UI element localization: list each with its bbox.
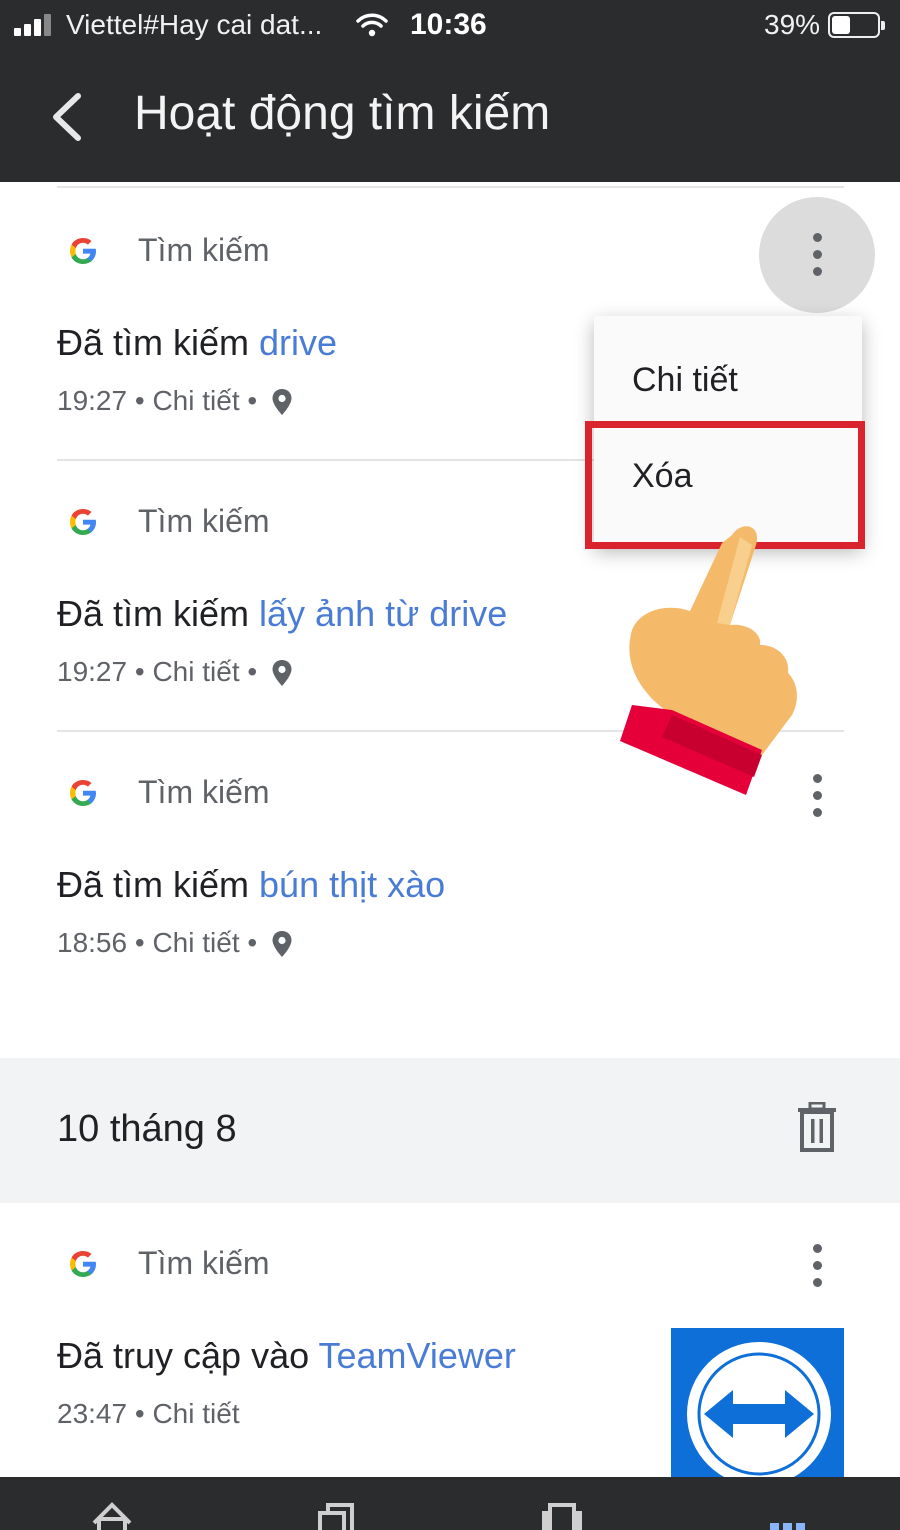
item-title: Đã tìm kiếm bún thịt xào (57, 864, 446, 905)
pointing-hand-icon (620, 526, 797, 795)
page-title: Hoạt động tìm kiếm (134, 87, 551, 140)
item-title: Đã truy cập vào TeamViewer (57, 1335, 516, 1376)
google-logo-icon (70, 238, 96, 264)
battery-icon (828, 12, 885, 38)
location-pin-icon[interactable] (271, 930, 293, 958)
clock: 10:36 (410, 8, 487, 41)
teamviewer-logo (687, 1342, 831, 1478)
arrow-left-icon[interactable] (46, 90, 90, 144)
item-meta: 18:56 • Chi tiết • (57, 927, 293, 959)
item-meta: 19:27 • Chi tiết • (57, 656, 293, 688)
source-label: Tìm kiếm (138, 1245, 270, 1281)
details-link[interactable]: Chi tiết (152, 1398, 239, 1429)
source-label: Tìm kiếm (138, 232, 270, 268)
location-pin-icon[interactable] (271, 388, 293, 416)
google-logo-icon (70, 1251, 96, 1277)
item-title: Đã tìm kiếm drive (57, 322, 338, 363)
trash-icon[interactable] (796, 1102, 838, 1152)
location-pin-icon[interactable] (271, 659, 293, 687)
query-link[interactable]: bún thịt xào (259, 864, 445, 905)
details-link[interactable]: Chi tiết (152, 385, 239, 416)
day-group-header: 10 tháng 8 (0, 1058, 900, 1203)
site-link[interactable]: TeamViewer (318, 1335, 515, 1376)
source-label: Tìm kiếm (138, 774, 270, 810)
battery-percent: 39% (764, 9, 821, 40)
day-label: 10 tháng 8 (57, 1108, 237, 1150)
tabs-icon[interactable] (314, 1501, 358, 1530)
more-vert-icon[interactable] (810, 1244, 824, 1288)
more-vert-icon[interactable] (810, 233, 824, 277)
app-bar: Hoạt động tìm kiếm (0, 52, 900, 182)
status-bar: Viettel#Hay cai dat... 10:36 39% (0, 0, 900, 52)
divider (57, 186, 844, 188)
query-link[interactable]: lấy ảnh từ drive (259, 593, 507, 634)
source-label: Tìm kiếm (138, 503, 270, 539)
more-icon[interactable] (766, 1501, 810, 1530)
menu-item-details[interactable]: Chi tiết (632, 361, 738, 400)
signal-icon (14, 14, 58, 36)
more-vert-icon[interactable] (810, 774, 824, 818)
google-logo-icon (70, 780, 96, 806)
item-meta: 23:47 • Chi tiết (57, 1398, 240, 1429)
details-link[interactable]: Chi tiết (152, 656, 239, 687)
details-link[interactable]: Chi tiết (152, 927, 239, 958)
pages-icon[interactable] (540, 1501, 584, 1530)
wifi-icon (356, 13, 388, 37)
query-link[interactable]: drive (259, 322, 337, 363)
home-icon[interactable] (90, 1501, 134, 1530)
bottom-navigation (0, 1477, 900, 1530)
item-title: Đã tìm kiếm lấy ảnh từ drive (57, 593, 508, 634)
carrier-name: Viettel#Hay cai dat... (66, 9, 323, 40)
teamviewer-thumbnail[interactable] (671, 1328, 844, 1478)
item-meta: 19:27 • Chi tiết • (57, 385, 293, 417)
google-logo-icon (70, 509, 96, 535)
